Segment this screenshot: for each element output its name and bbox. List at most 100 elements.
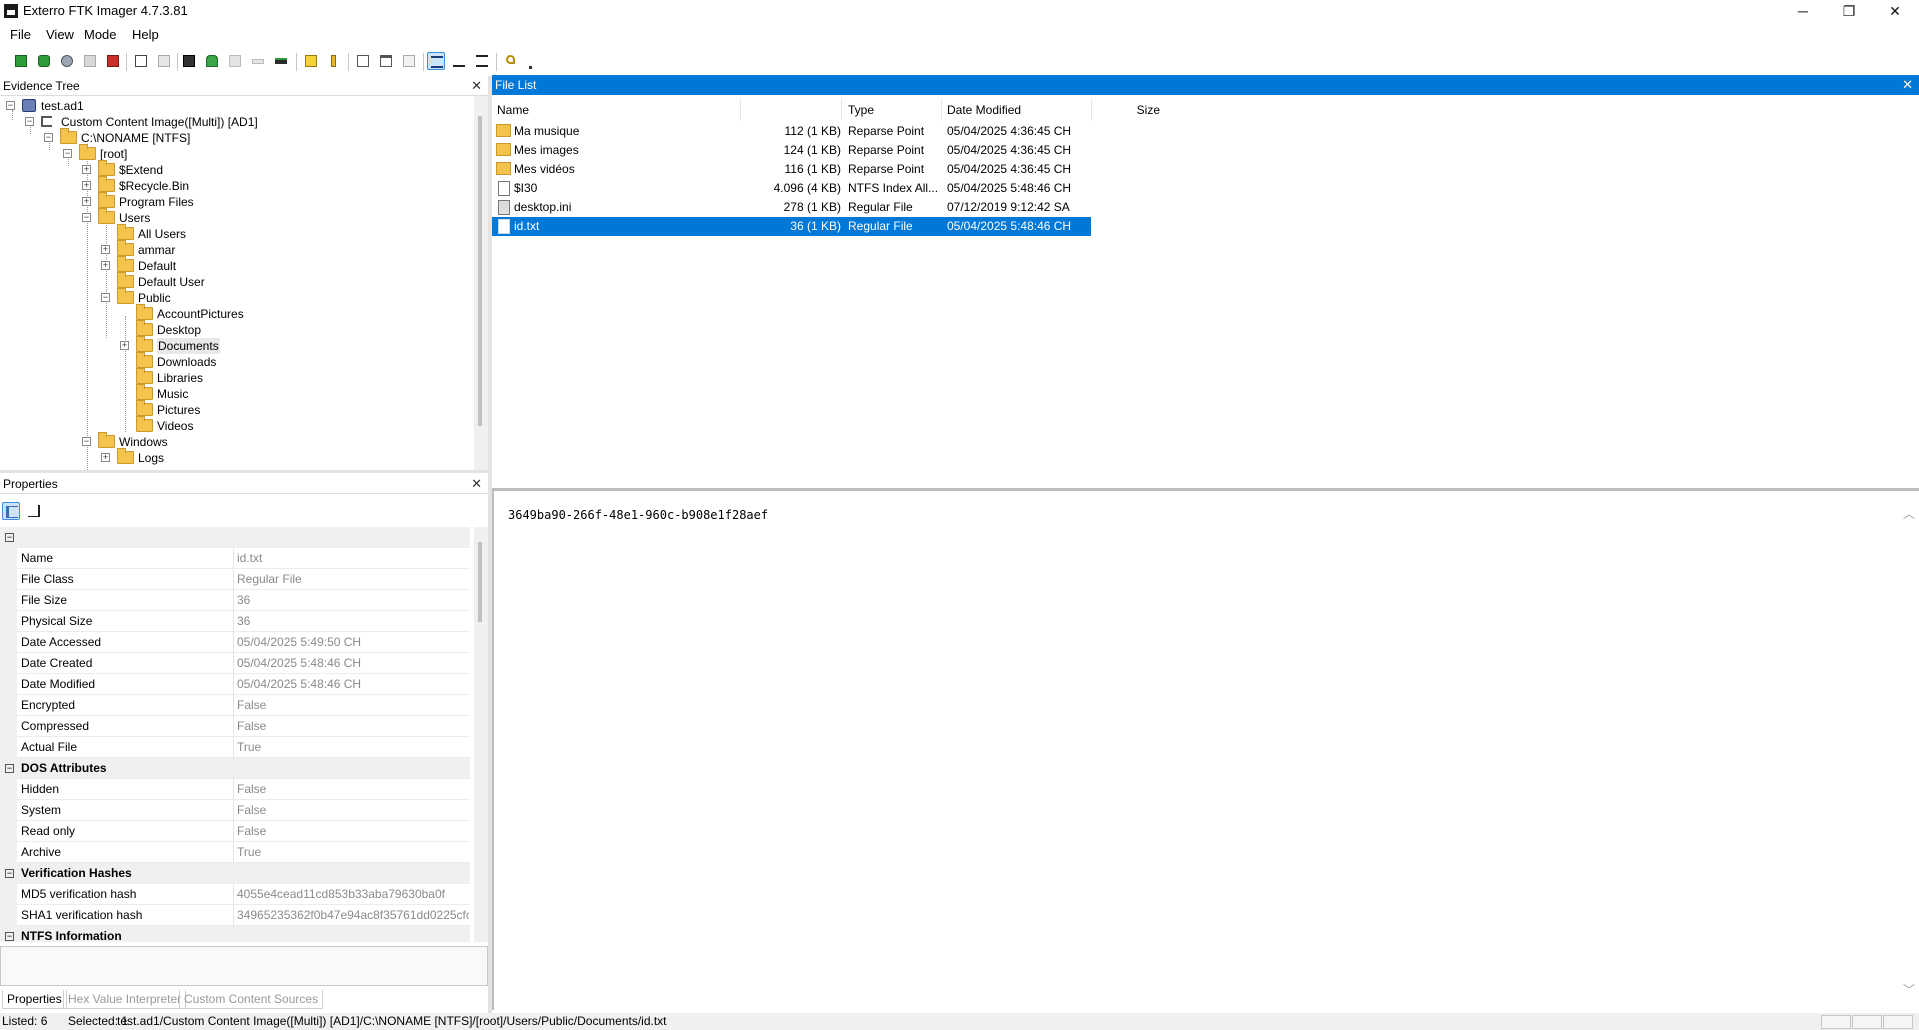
file-row-selected[interactable]: id.txt 36 (1 KB) Regular File 05/04/2025… — [492, 217, 1091, 236]
file-list-title: File List — [495, 78, 537, 92]
category-general[interactable]: − — [0, 527, 470, 548]
folder-icon — [117, 256, 134, 272]
add-evidence-icon[interactable] — [12, 52, 30, 70]
property-row[interactable]: Date Accessed 05/04/2025 5:49:50 CH — [0, 632, 470, 653]
folder-icon — [496, 124, 511, 137]
detect-encryption-icon[interactable] — [302, 52, 320, 70]
viewer-scroll-down-icon[interactable]: ﹀ — [1903, 981, 1915, 998]
folder-icon — [79, 144, 96, 160]
category-dos-attributes[interactable]: − DOS Attributes — [0, 758, 470, 779]
create-disk-image-icon[interactable] — [132, 52, 150, 70]
property-row[interactable]: Read only False — [0, 821, 470, 842]
document-icon — [498, 181, 510, 196]
file-row[interactable]: Mes vidéos 116 (1 KB) Reparse Point 05/0… — [492, 160, 1092, 179]
close-button[interactable]: ✕ — [1872, 0, 1918, 22]
properties-scrollbar[interactable] — [474, 527, 488, 942]
property-row[interactable]: Compressed False — [0, 716, 470, 737]
export-logical-image-icon[interactable] — [180, 52, 198, 70]
menu-file[interactable]: File — [10, 27, 31, 42]
evidence-tree[interactable]: − test.ad1 − Custom Content Image([Multi… — [0, 96, 478, 470]
tab-custom-content-sources[interactable]: Custom Content Sources — [179, 990, 324, 1009]
menu-bar: File View Mode Help — [0, 25, 1919, 45]
auto-view-icon[interactable] — [427, 52, 445, 70]
property-row[interactable]: Archive True — [0, 842, 470, 863]
viewer-scroll-up-icon[interactable]: ︿ — [1903, 505, 1915, 522]
column-name[interactable]: Name — [497, 99, 529, 121]
image-mounting-icon[interactable] — [58, 52, 76, 70]
menu-help[interactable]: Help — [132, 27, 159, 42]
property-row[interactable]: Encrypted False — [0, 695, 470, 716]
title-bar: Exterro FTK Imager 4.7.3.81 ─ ❐ ✕ — [0, 0, 1919, 22]
decrypt-key-icon[interactable] — [325, 52, 343, 70]
property-row[interactable]: Date Modified 05/04/2025 5:48:46 CH — [0, 674, 470, 695]
minimize-button[interactable]: ─ — [1780, 0, 1826, 22]
evidence-tree-close-icon[interactable]: ✕ — [471, 78, 482, 94]
evidence-image-icon — [22, 99, 36, 112]
property-row[interactable]: File Class Regular File — [0, 569, 470, 590]
file-row[interactable]: desktop.ini 278 (1 KB) Regular File 07/1… — [492, 198, 1092, 217]
settings-file-icon — [498, 200, 510, 215]
remove-all-evidence-icon[interactable] — [104, 52, 122, 70]
capture-memory-icon[interactable] — [249, 52, 267, 70]
column-type[interactable]: Type — [848, 99, 874, 121]
property-row[interactable]: MD5 verification hash 4055e4cead11cd853b3… — [0, 884, 470, 905]
category-verification-hashes[interactable]: − Verification Hashes — [0, 863, 470, 884]
folder-icon — [496, 162, 511, 175]
obtain-protected-files-icon[interactable] — [272, 52, 290, 70]
category-ntfs-information[interactable]: − NTFS Information — [0, 926, 470, 942]
menu-mode[interactable]: Mode — [84, 27, 117, 42]
folder-icon — [98, 208, 115, 224]
remove-evidence-icon[interactable] — [81, 52, 99, 70]
evidence-tree-scrollbar[interactable] — [474, 96, 488, 470]
file-list-close-icon[interactable]: ✕ — [1902, 77, 1913, 93]
status-path: test.ad1/Custom Content Image([Multi]) [… — [117, 1014, 667, 1028]
menu-view[interactable]: View — [46, 27, 74, 42]
folder-icon — [136, 400, 153, 416]
help-icon[interactable] — [503, 52, 521, 70]
property-row[interactable]: Name id.txt — [0, 548, 470, 569]
categorized-icon[interactable] — [2, 502, 20, 520]
column-date-modified[interactable]: Date Modified — [947, 99, 1021, 121]
property-row[interactable]: Actual File True — [0, 737, 470, 758]
tab-hex-value-interpreter[interactable]: Hex Value Interpreter — [63, 990, 187, 1009]
folder-icon — [117, 272, 134, 288]
evidence-tree-title: Evidence Tree — [3, 79, 80, 93]
file-row[interactable]: $I30 4.096 (4 KB) NTFS Index All... 05/0… — [492, 179, 1092, 198]
export-files-icon[interactable] — [354, 52, 372, 70]
file-row[interactable]: Ma musique 112 (1 KB) Reparse Point 05/0… — [492, 122, 1092, 141]
property-row[interactable]: Physical Size 36 — [0, 611, 470, 632]
property-row[interactable]: File Size 36 — [0, 590, 470, 611]
export-file-hash-list-icon[interactable] — [377, 52, 395, 70]
folder-icon — [136, 416, 153, 432]
add-all-evidence-icon[interactable] — [35, 52, 53, 70]
hex-view-icon[interactable] — [473, 52, 491, 70]
file-row[interactable]: Mes images 124 (1 KB) Reparse Point 05/0… — [492, 141, 1092, 160]
property-row[interactable]: SHA1 verification hash 34965235362f0b47e9… — [0, 905, 470, 926]
export-directory-listing-icon[interactable] — [400, 52, 418, 70]
folder-icon — [98, 176, 115, 192]
status-panel-1 — [1821, 1015, 1851, 1029]
property-row[interactable]: Hidden False — [0, 779, 470, 800]
folder-icon — [136, 368, 153, 384]
text-view-icon[interactable] — [450, 52, 468, 70]
file-list-header: File List ✕ — [492, 75, 1919, 95]
left-splitter[interactable] — [0, 470, 488, 473]
export-disk-image-icon[interactable] — [155, 52, 173, 70]
toolbar-overflow-icon[interactable] — [526, 52, 536, 70]
toolbar — [0, 50, 1919, 74]
sort-alphabetical-icon[interactable] — [25, 502, 43, 520]
property-row[interactable]: Date Created 05/04/2025 5:48:46 CH — [0, 653, 470, 674]
folder-icon — [117, 224, 134, 240]
folder-icon — [60, 128, 77, 144]
properties-close-icon[interactable]: ✕ — [471, 476, 482, 492]
app-icon — [4, 4, 18, 18]
tab-properties[interactable]: Properties — [2, 990, 67, 1009]
text-file-icon — [498, 219, 510, 234]
maximize-button[interactable]: ❐ — [1826, 0, 1872, 22]
property-row[interactable]: System False — [0, 800, 470, 821]
properties-toolbar — [0, 500, 488, 524]
create-custom-image-icon[interactable] — [203, 52, 221, 70]
verify-drive-icon[interactable] — [226, 52, 244, 70]
file-content-viewer[interactable]: 3649ba90-266f-48e1-960c-b908e1f28aef ︿ ﹀ — [492, 488, 1919, 1010]
status-listed: Listed: 6 — [2, 1014, 48, 1028]
